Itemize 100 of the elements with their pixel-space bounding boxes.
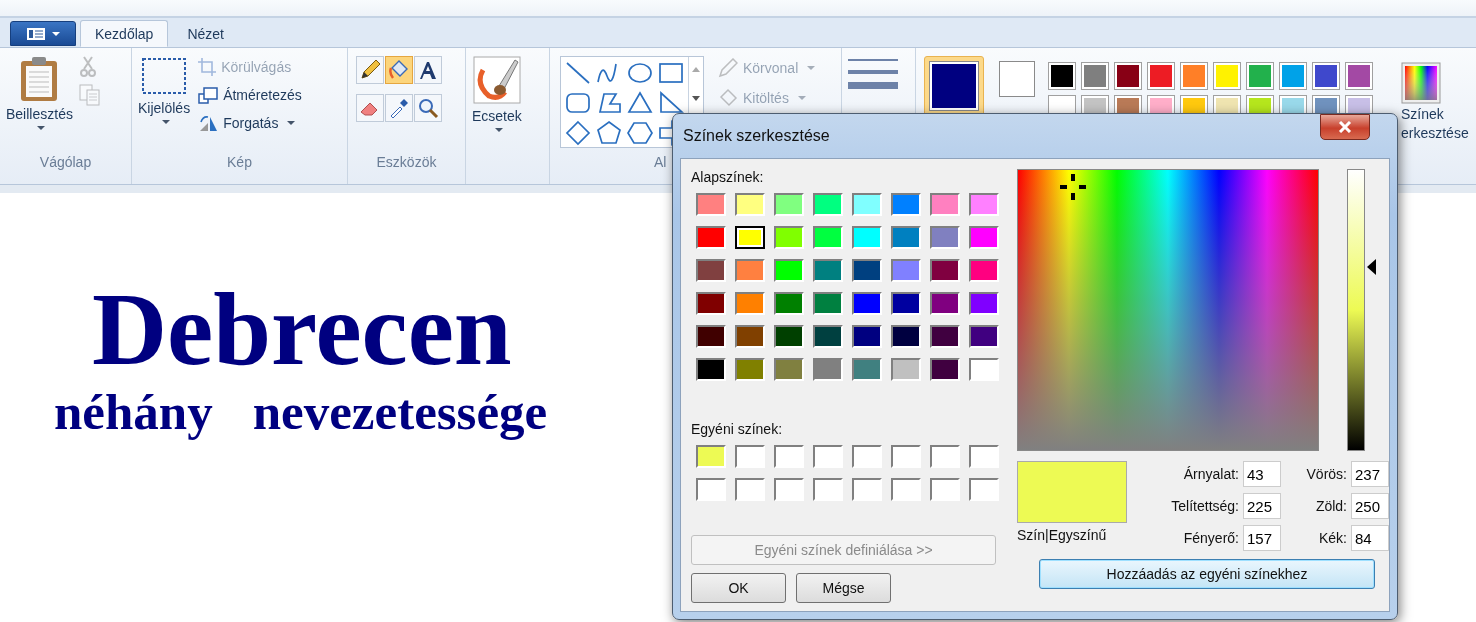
cancel-button[interactable]: Mégse [796,573,891,603]
shape-righttriangle-icon[interactable] [658,90,684,116]
luminance-bar[interactable] [1347,169,1365,451]
palette-swatch[interactable] [1081,62,1109,90]
custom-color-swatch[interactable] [852,478,882,501]
input-field[interactable]: 84 [1351,525,1389,551]
color-swatch[interactable] [774,193,804,216]
palette-swatch[interactable] [1180,62,1208,90]
color-swatch[interactable] [969,292,999,315]
ok-button[interactable]: OK [691,573,786,603]
ribbon-tab[interactable]: Kezdőlap [80,20,169,47]
color-swatch[interactable] [969,358,999,381]
color-swatch[interactable] [930,193,960,216]
color-swatch[interactable] [696,358,726,381]
ribbon-tab[interactable]: Nézet [172,20,239,47]
input-field[interactable]: 43 [1243,461,1281,487]
shape-line-icon[interactable] [565,60,591,86]
color-spectrum[interactable] [1017,169,1319,451]
rainbow-icon[interactable] [1401,62,1441,104]
color-swatch[interactable] [969,193,999,216]
scroll-down-icon[interactable] [692,96,700,101]
input-field[interactable]: 250 [1351,493,1389,519]
custom-color-swatch[interactable] [969,445,999,468]
custom-color-swatch[interactable] [696,445,726,468]
color-swatch[interactable] [735,358,765,381]
tool-button[interactable] [414,56,442,84]
input-field[interactable]: 237 [1351,461,1389,487]
color-swatch[interactable] [969,226,999,249]
shape-pentagon-icon[interactable] [596,120,622,146]
color-swatch[interactable] [852,259,882,282]
color-swatch[interactable] [774,226,804,249]
custom-color-swatch[interactable] [969,478,999,501]
color-swatch[interactable] [696,259,726,282]
custom-color-swatch[interactable] [891,445,921,468]
palette-swatch[interactable] [1048,62,1076,90]
palette-swatch[interactable] [1246,62,1274,90]
paste-button[interactable]: Beillesztés [6,56,73,130]
input-field[interactable]: 225 [1243,493,1281,519]
shape-rect-icon[interactable] [658,60,684,86]
color-swatch[interactable] [930,292,960,315]
color-swatch[interactable] [696,292,726,315]
color-swatch[interactable] [930,325,960,348]
custom-color-swatch[interactable] [774,445,804,468]
color-swatch[interactable] [735,292,765,315]
custom-color-swatch[interactable] [774,478,804,501]
add-to-custom-colors-button[interactable]: Hozzáadás az egyéni színekhez [1039,559,1375,589]
color-swatch[interactable] [852,292,882,315]
color-swatch[interactable] [891,193,921,216]
tool-button[interactable] [385,94,413,122]
tool-button[interactable] [356,94,384,122]
palette-swatch[interactable] [1147,62,1175,90]
resize-button[interactable]: Átméretezés [196,84,304,106]
palette-swatch[interactable] [1312,62,1340,90]
color-swatch[interactable] [852,226,882,249]
custom-color-swatch[interactable] [930,478,960,501]
shape-polygon-icon[interactable] [596,90,622,116]
palette-swatch[interactable] [1213,62,1241,90]
color-swatch[interactable] [813,358,843,381]
color-swatch[interactable] [735,325,765,348]
color-swatch[interactable] [696,193,726,216]
shape-oval-icon[interactable] [627,60,653,86]
custom-color-swatch[interactable] [696,478,726,501]
tool-button[interactable] [414,94,442,122]
input-field[interactable]: 157 [1243,525,1281,551]
custom-color-swatch[interactable] [735,445,765,468]
palette-swatch[interactable] [1345,62,1373,90]
custom-color-swatch[interactable] [852,445,882,468]
color-swatch[interactable] [930,358,960,381]
custom-color-swatch[interactable] [891,478,921,501]
custom-color-swatch[interactable] [930,445,960,468]
close-button[interactable] [1320,114,1370,140]
shape-triangle-icon[interactable] [627,90,653,116]
palette-swatch[interactable] [1114,62,1142,90]
color-swatch[interactable] [774,325,804,348]
palette-swatch[interactable] [1279,62,1307,90]
color-swatch[interactable] [813,259,843,282]
tool-button[interactable] [385,56,413,84]
color-swatch[interactable] [852,358,882,381]
color-swatch[interactable] [696,325,726,348]
color-swatch[interactable] [891,259,921,282]
color-swatch[interactable] [813,226,843,249]
color-swatch[interactable] [891,325,921,348]
color-swatch[interactable] [774,292,804,315]
color-swatch[interactable] [930,226,960,249]
custom-color-swatch[interactable] [735,478,765,501]
color-swatch[interactable] [774,358,804,381]
color-swatch[interactable] [930,259,960,282]
color-swatch[interactable] [891,292,921,315]
color-swatch[interactable] [852,193,882,216]
color-swatch[interactable] [813,193,843,216]
select-button[interactable]: Kijelölés [138,56,191,124]
color-swatch[interactable] [735,193,765,216]
color-swatch[interactable] [891,358,921,381]
color-swatch[interactable] [735,259,765,282]
shape-hexagon-icon[interactable] [627,120,653,146]
brushes-button[interactable]: Ecsetek [472,56,522,132]
shape-diamond-icon[interactable] [565,120,591,146]
custom-color-swatch[interactable] [813,478,843,501]
shape-roundrect-icon[interactable] [565,90,591,116]
color-swatch[interactable] [696,226,726,249]
